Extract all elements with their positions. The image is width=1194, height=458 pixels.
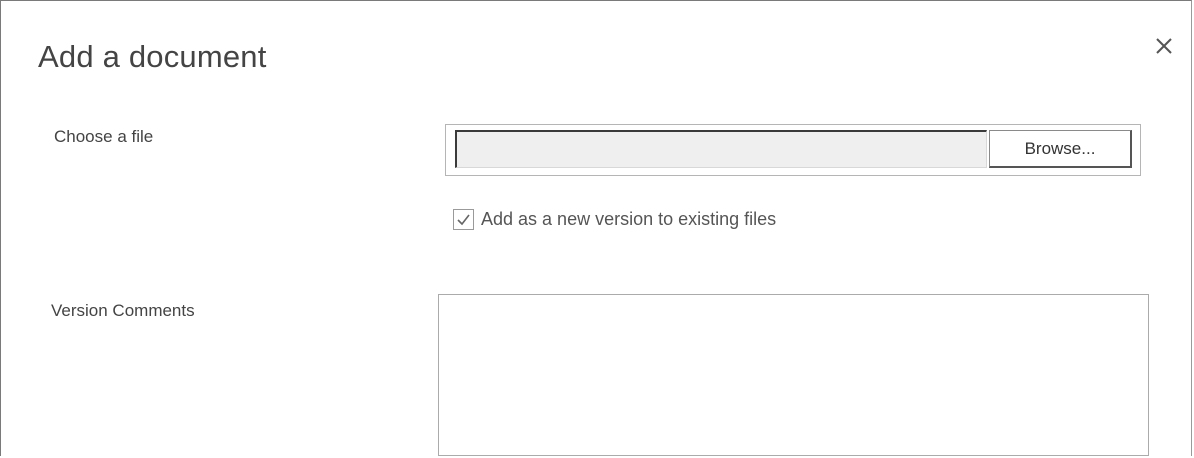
file-picker: Browse... [445, 124, 1141, 176]
browse-button[interactable]: Browse... [989, 130, 1132, 168]
version-comments-label: Version Comments [51, 301, 195, 320]
close-button[interactable] [1149, 31, 1179, 61]
checkmark-icon [457, 214, 470, 225]
file-path-input[interactable] [455, 130, 987, 168]
choose-file-label: Choose a file [54, 127, 154, 146]
add-as-new-version-option[interactable]: Add as a new version to existing files [453, 206, 776, 232]
add-as-new-version-label: Add as a new version to existing files [481, 208, 777, 229]
close-icon [1156, 38, 1172, 54]
version-comments-textarea[interactable] [438, 294, 1149, 456]
dialog-title: Add a document [38, 39, 267, 74]
add-document-dialog: Add a document Choose a file Browse... A… [0, 0, 1192, 456]
add-as-new-version-checkbox[interactable] [453, 208, 474, 230]
